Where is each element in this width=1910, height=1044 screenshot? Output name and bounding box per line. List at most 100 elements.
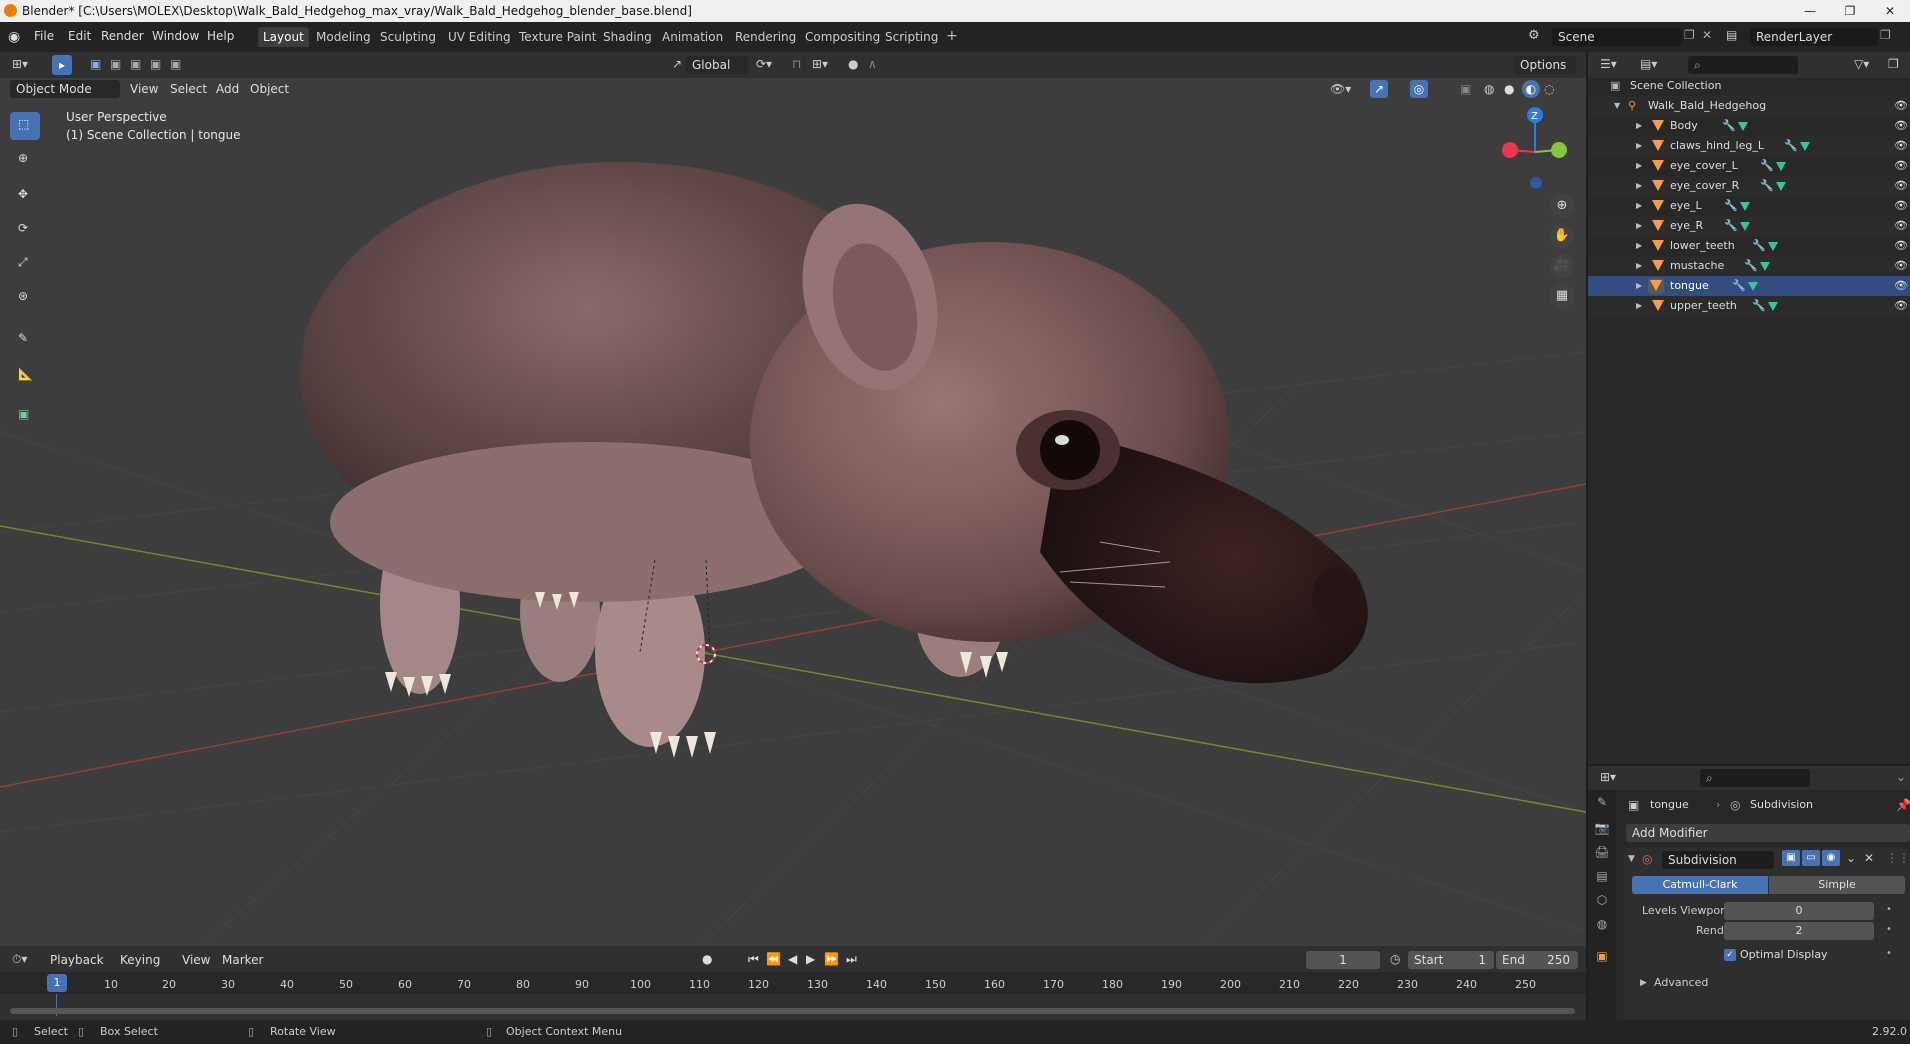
viewport-toggle-icon[interactable]: ▭ [1802, 850, 1820, 866]
menu-playback[interactable]: Playback [44, 951, 110, 969]
outliner-row-object[interactable]: ▶ eye_L 🔧 👁 [1588, 196, 1910, 216]
mesh-data-icon[interactable] [1768, 302, 1778, 311]
eye-icon[interactable]: 👁 [1894, 156, 1908, 176]
expand-arrow-icon[interactable]: ▶ [1640, 978, 1647, 988]
modifier-name-field[interactable]: Subdivision [1662, 851, 1774, 869]
select-mode-new-icon[interactable]: ▣ [90, 57, 101, 71]
mesh-data-icon[interactable] [1760, 262, 1770, 271]
tab-rendering[interactable]: Rendering [730, 27, 801, 47]
scene-icon[interactable]: ⚙ [1528, 28, 1540, 43]
outliner-row-object[interactable]: ▶ eye_cover_L 🔧 👁 [1588, 156, 1910, 176]
outliner-editor-type-icon[interactable]: ☰▾ [1600, 57, 1617, 71]
close-button[interactable]: ✕ [1870, 2, 1910, 20]
modifier-wrench-icon[interactable]: 🔧 [1760, 156, 1774, 176]
menu-render[interactable]: Render [101, 29, 144, 43]
modifier-wrench-icon[interactable]: 🔧 [1722, 116, 1736, 136]
tab-scripting[interactable]: Scripting [880, 27, 943, 47]
snap-icon[interactable]: ⊓ [792, 57, 801, 71]
menu-file[interactable]: File [34, 29, 54, 43]
new-scene-icon[interactable]: ❐ [1684, 28, 1695, 42]
outliner-row-object[interactable]: ▶ eye_R 🔧 👁 [1588, 216, 1910, 236]
properties-search-input[interactable]: ⌕ [1700, 769, 1810, 787]
hedgehog-model[interactable] [300, 162, 1368, 758]
display-mode-icon[interactable]: ▤▾ [1640, 57, 1657, 71]
modifier-wrench-icon[interactable]: 🔧 [1752, 296, 1766, 316]
eye-icon[interactable]: 👁 [1894, 296, 1908, 316]
expand-arrow-icon[interactable]: ▶ [1636, 196, 1642, 216]
jump-keyframe-forward-icon[interactable]: ⏩ [824, 952, 839, 966]
expand-arrow-icon[interactable]: ▶ [1636, 216, 1642, 236]
editmode-toggle-icon[interactable]: ▣ [1782, 850, 1800, 866]
expand-arrow-icon[interactable]: ▶ [1636, 136, 1642, 156]
mesh-data-icon[interactable] [1738, 122, 1748, 131]
modifier-wrench-icon[interactable]: 🔧 [1724, 216, 1738, 236]
collapse-arrow-icon[interactable]: ▼ [1628, 854, 1635, 864]
outliner-row-object[interactable]: ▶ lower_teeth 🔧 👁 [1588, 236, 1910, 256]
scene-name-field[interactable]: Scene [1552, 28, 1682, 46]
expand-arrow-icon[interactable]: ▶ [1636, 236, 1642, 256]
tab-texture-paint[interactable]: Texture Paint [514, 27, 601, 47]
tool-annotate[interactable]: ✎ [10, 326, 40, 354]
play-icon[interactable]: ▶ [806, 952, 815, 966]
maximize-button[interactable]: ❐ [1830, 2, 1870, 20]
expand-arrow-icon[interactable]: ▼ [1614, 96, 1620, 116]
expand-arrow-icon[interactable]: ▶ [1636, 276, 1642, 296]
mesh-data-icon[interactable] [1776, 162, 1786, 171]
select-mode-extend-icon[interactable]: ▣ [110, 57, 121, 71]
play-reverse-icon[interactable]: ◀ [788, 952, 797, 966]
ortho-grid-icon[interactable]: ▦ [1550, 284, 1574, 308]
eye-icon[interactable]: 👁 [1894, 256, 1908, 276]
mesh-data-icon[interactable] [1748, 282, 1758, 291]
proportional-falloff-icon[interactable]: ∧ [868, 57, 877, 71]
menu-help[interactable]: Help [207, 29, 234, 43]
shading-rendered-icon[interactable]: ◌ [1544, 82, 1554, 96]
eye-icon[interactable]: 👁 [1894, 216, 1908, 236]
transform-orientation-dropdown[interactable]: Global [686, 56, 748, 74]
simple-button[interactable]: Simple [1769, 876, 1905, 894]
mode-dropdown[interactable]: Object Mode [10, 80, 120, 98]
shading-wireframe-icon[interactable]: ◍ [1484, 82, 1494, 96]
jump-start-icon[interactable]: ⏮ [748, 952, 759, 967]
outliner-row-scene-collection[interactable]: ▣ Scene Collection [1588, 76, 1910, 96]
jump-end-icon[interactable]: ⏭ [846, 952, 857, 967]
tool-move[interactable]: ✥ [10, 182, 40, 210]
expand-arrow-icon[interactable]: ▶ [1636, 156, 1642, 176]
select-mode-invert-icon[interactable]: ▣ [150, 57, 161, 71]
expand-arrow-icon[interactable]: ▶ [1636, 176, 1642, 196]
tab-sculpting[interactable]: Sculpting [375, 27, 441, 47]
tool-tab-icon[interactable]: ✎ [1592, 792, 1612, 812]
eye-icon[interactable]: 👁 [1894, 176, 1908, 196]
output-tab-icon[interactable]: 🖨 [1592, 842, 1612, 862]
viewport-scene-canvas[interactable]: Z [0, 52, 1586, 946]
drag-handle-icon[interactable]: ⋮⋮ [1886, 851, 1910, 865]
mesh-data-icon[interactable] [1768, 242, 1778, 251]
tab-uv-editing[interactable]: UV Editing [443, 27, 516, 47]
levels-viewport-field[interactable]: 0 [1724, 902, 1874, 920]
outliner-row-object[interactable]: ▶ upper_teeth 🔧 👁 [1588, 296, 1910, 316]
new-collection-icon[interactable]: ❐ [1888, 57, 1899, 71]
editor-type-icon[interactable]: ⊞▾ [12, 57, 28, 71]
keyframe-dot-icon[interactable]: • [1886, 904, 1892, 915]
menu-add[interactable]: Add [216, 82, 239, 96]
proportional-edit-icon[interactable]: ● [848, 57, 858, 71]
object-tab-icon[interactable]: ▣ [1592, 946, 1612, 966]
current-frame-field[interactable]: 1 [1306, 951, 1380, 969]
tab-modeling[interactable]: Modeling [311, 27, 376, 47]
clock-icon[interactable]: ◷ [1390, 952, 1400, 966]
expand-arrow-icon[interactable]: ▶ [1636, 296, 1642, 316]
tab-compositing[interactable]: Compositing [800, 27, 885, 47]
shading-solid-icon[interactable]: ● [1504, 82, 1514, 96]
eye-icon[interactable]: 👁 [1894, 116, 1908, 136]
outliner-row-object[interactable]: ▶ mustache 🔧 👁 [1588, 256, 1910, 276]
menu-timeline-view[interactable]: View [176, 951, 216, 969]
catmull-clark-button[interactable]: Catmull-Clark [1632, 876, 1768, 894]
add-modifier-dropdown[interactable]: Add Modifier [1626, 824, 1910, 842]
3d-viewport[interactable]: Z ⊞▾ ▸ ▣ ▣ ▣ ▣ ▣ ↗ Global ⟳▾ ⊓ ⊞▾ ● ∧ Op… [0, 52, 1586, 946]
pin-icon[interactable]: 📌 [1896, 798, 1910, 812]
outliner-row-object[interactable]: ▶ Body 🔧 👁 [1588, 116, 1910, 136]
outliner-row-object[interactable]: ▶ eye_cover_R 🔧 👁 [1588, 176, 1910, 196]
record-icon[interactable]: ● [702, 952, 712, 966]
modifier-wrench-icon[interactable]: 🔧 [1732, 276, 1746, 296]
render-levels-field[interactable]: 2 [1724, 922, 1874, 940]
modifier-wrench-icon[interactable]: 🔧 [1752, 236, 1766, 256]
